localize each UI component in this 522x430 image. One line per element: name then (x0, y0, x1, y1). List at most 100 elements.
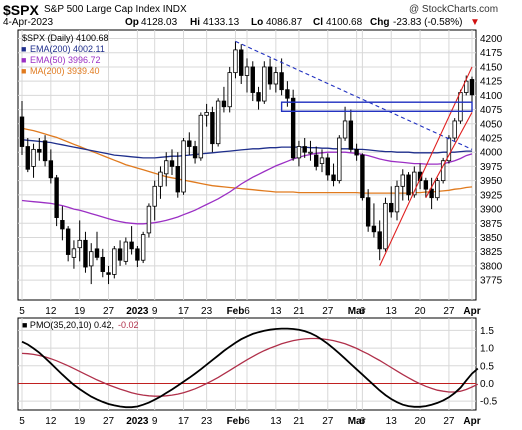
symbol-title: $SPX (3, 2, 39, 18)
candle-body (279, 72, 284, 91)
price-x-tick-label: 6 (360, 306, 366, 317)
price-x-tick-label: 5 (19, 306, 25, 317)
candle-body (227, 72, 232, 108)
candle-body (319, 157, 325, 164)
candle-body (239, 49, 244, 76)
pmo-x-tick-label: 19 (74, 416, 86, 427)
candle-body (389, 202, 394, 213)
pmo-x-tick-label: 2023 (126, 416, 149, 427)
candle-body (152, 185, 157, 207)
candle-body (273, 72, 279, 85)
candle-body (181, 140, 186, 193)
candle-body (37, 148, 42, 153)
candle-body (123, 241, 129, 262)
pmo-x-tick-label: 9 (152, 416, 158, 427)
candle-body (244, 66, 250, 76)
pmo-x-tick-label: 20 (415, 416, 427, 427)
pmo-signal-value: -0.02 (118, 320, 139, 330)
candle-body (296, 146, 302, 159)
candle-body (354, 148, 359, 156)
candle-body (192, 146, 198, 159)
candle-body (365, 197, 371, 227)
pmo-x-tick-label: 6 (360, 416, 366, 427)
candle-body (331, 174, 336, 182)
candle-body (129, 241, 134, 250)
pmo-x-tick-label: 6 (244, 416, 250, 427)
candle-body (348, 120, 354, 150)
candle-body (233, 49, 238, 74)
candle-body (452, 120, 457, 139)
pmo-y-tick-label: 1.5 (480, 326, 494, 337)
low-label: Lo (251, 17, 264, 28)
price-x-tick-label: 13 (386, 306, 398, 317)
candle-body (89, 251, 94, 267)
candle-body (71, 248, 77, 258)
price-y-tick-label: 3825 (480, 247, 503, 258)
price-y-tick-label: 4100 (480, 91, 503, 102)
candle-body (406, 174, 411, 196)
price-x-tick-label: 13 (270, 306, 282, 317)
pmo-y-tick-label: 0.5 (480, 361, 494, 372)
pmo-x-tick-label: 21 (293, 416, 305, 427)
candle-body (54, 177, 59, 218)
candle-body (360, 154, 365, 199)
legend-entry: EMA(200) 4002.11 (30, 44, 105, 54)
pmo-x-tick-label: 12 (45, 416, 57, 427)
candle-body (383, 202, 388, 250)
open-value: 4128.03 (141, 17, 178, 28)
price-y-tick-label: 3925 (480, 190, 503, 201)
candle-body (256, 92, 261, 102)
candle-body (48, 160, 54, 179)
candle-body (31, 148, 36, 167)
candle-body (210, 112, 215, 145)
candle-body (221, 100, 227, 108)
pmo-x-tick-label: 17 (178, 416, 190, 427)
candle-body (83, 239, 88, 268)
price-y-tick-label: 3875 (480, 219, 503, 230)
candle-body (215, 100, 221, 145)
price-y-tick-label: 4125 (480, 77, 503, 88)
candle-body (204, 112, 209, 116)
quote-date: 4-Apr-2023 (3, 17, 54, 28)
pmo-x-tick-label: 23 (201, 416, 213, 427)
price-y-tick-label: 4000 (480, 148, 503, 159)
candle-body (187, 140, 192, 147)
candle-body (158, 171, 163, 187)
candle-body (140, 234, 146, 261)
change-value: -23.83 (-0.58%) (393, 17, 463, 28)
legend-entry: MA(200) 3939.40 (30, 66, 100, 76)
price-x-tick-label: Feb (227, 306, 245, 317)
price-y-tick-label: 3800 (480, 261, 503, 272)
candle-body (175, 166, 180, 193)
candle-body (135, 248, 140, 261)
chart-header: $SPX S&P 500 Large Cap Index INDX @ Stoc… (0, 0, 522, 30)
price-x-tick-label: 9 (152, 306, 158, 317)
pmo-y-tick-label: -0.5 (480, 397, 498, 408)
price-x-tick-label: Apr (463, 306, 480, 317)
candle-body (146, 205, 152, 234)
index-name: S&P 500 Large Cap Index INDX (44, 4, 187, 15)
change-down-icon: ▼ (470, 17, 480, 28)
pmo-x-tick-label: 27 (443, 416, 455, 427)
candle-body (60, 220, 65, 230)
pmo-x-tick-label: 27 (322, 416, 334, 427)
legend-entry: EMA(50) 3996.72 (30, 55, 101, 65)
candle-body (19, 116, 25, 147)
candle-body (377, 231, 382, 250)
price-x-tick-label: 17 (178, 306, 190, 317)
legend-marker: ■ (21, 44, 26, 54)
pmo-y-tick-label: 0.0 (480, 379, 494, 390)
price-panel-title: $SPX (Daily) 4100.68 (22, 33, 109, 43)
price-x-tick-label: 27 (443, 306, 455, 317)
candle-body (458, 92, 463, 122)
price-x-tick-label: 2023 (126, 306, 149, 317)
candle-body (435, 180, 440, 199)
candle-body (112, 248, 117, 275)
candle-body (106, 272, 111, 275)
candle-body (25, 146, 30, 170)
candle-body (302, 146, 307, 153)
candle-body (117, 248, 123, 261)
stock-chart-window: 5 5 12 12 19 19 27 27 2023 2023 9 9 17 17 23 23 Feb Feb 6 6… (0, 0, 522, 430)
price-y-tick-label: 3950 (480, 176, 503, 187)
candle-body (325, 157, 330, 176)
